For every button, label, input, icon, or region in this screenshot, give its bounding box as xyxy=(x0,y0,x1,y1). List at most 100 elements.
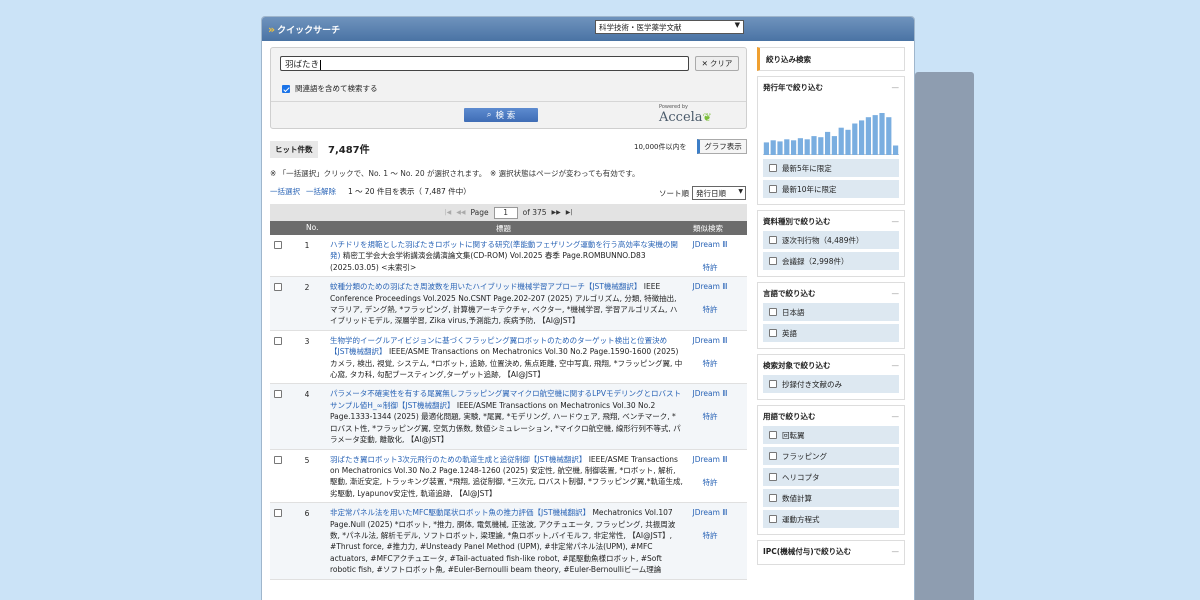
collapse-icon[interactable]: — xyxy=(892,412,900,421)
refine-section-title[interactable]: 言語で絞り込む — xyxy=(763,283,899,303)
refine-checkbox[interactable] xyxy=(769,494,777,502)
refine-checkbox[interactable] xyxy=(769,257,777,265)
select-all-link[interactable]: 一括選択 xyxy=(270,186,300,197)
deselect-all-link[interactable]: 一括解除 xyxy=(306,186,336,197)
jdream-link[interactable]: JDream Ⅲ xyxy=(688,240,732,249)
refine-option[interactable]: 回転翼 xyxy=(763,426,899,444)
year-bar[interactable] xyxy=(879,113,885,155)
row-checkbox[interactable] xyxy=(274,336,282,345)
article-title-link[interactable]: 非定常パネル法を用いたMFC駆動尾状ロボット魚の推力評価【JST機械翻訳】 xyxy=(330,508,590,517)
year-bar[interactable] xyxy=(777,141,783,155)
year-bar[interactable] xyxy=(825,131,831,155)
refine-option[interactable]: フラッピング xyxy=(763,447,899,465)
year-bar[interactable] xyxy=(845,129,851,155)
year-bar[interactable] xyxy=(893,145,899,156)
year-bar[interactable] xyxy=(791,140,797,155)
year-bar[interactable] xyxy=(831,136,837,155)
year-bar[interactable] xyxy=(770,140,776,155)
refine-option-label: ヘリコプタ xyxy=(782,472,820,482)
refine-checkbox[interactable] xyxy=(769,185,777,193)
refine-checkbox[interactable] xyxy=(769,473,777,481)
refine-option[interactable]: 最新5年に限定 xyxy=(763,159,899,177)
refine-option[interactable]: 日本語 xyxy=(763,303,899,321)
collapse-icon[interactable]: — xyxy=(892,361,900,370)
year-bar[interactable] xyxy=(886,117,892,155)
refine-section-title[interactable]: IPC(機械付与)で絞り込む — xyxy=(763,541,899,561)
refine-checkbox[interactable] xyxy=(769,236,777,244)
chevron-down-icon: ▼ xyxy=(738,188,743,195)
year-bar[interactable] xyxy=(763,142,769,155)
refine-option[interactable]: 逐次刊行物（4,489件） xyxy=(763,231,899,249)
patent-link[interactable]: 特許 xyxy=(688,530,732,541)
refine-section-title[interactable]: 資料種別で絞り込む — xyxy=(763,211,899,231)
jdream-link[interactable]: JDream Ⅲ xyxy=(688,336,732,345)
first-page-icon[interactable]: |◀ xyxy=(445,209,452,216)
jdream-link[interactable]: JDream Ⅲ xyxy=(688,455,732,464)
page-number-input[interactable]: 1 xyxy=(493,206,518,219)
year-bar[interactable] xyxy=(811,136,817,155)
jdream-link[interactable]: JDream Ⅲ xyxy=(688,508,732,517)
related-terms-checkbox[interactable] xyxy=(282,84,290,93)
year-bar[interactable] xyxy=(818,137,824,155)
year-bar[interactable] xyxy=(872,115,878,155)
search-button[interactable]: ⌕ 検 索 xyxy=(464,108,538,122)
next-page-icon[interactable]: ▶▶ xyxy=(552,209,561,216)
year-bar[interactable] xyxy=(804,139,810,155)
prev-page-icon[interactable]: ◀◀ xyxy=(456,209,465,216)
refine-option[interactable]: ヘリコプタ xyxy=(763,468,899,486)
quick-search-window: » クイックサーチ 科学技術・医学薬学文献 ▼ 羽ばたき ✕ クリア 関連語を含… xyxy=(261,16,915,600)
jdream-link[interactable]: JDream Ⅲ xyxy=(688,282,732,291)
refine-section-title[interactable]: 検索対象で絞り込む — xyxy=(763,355,899,375)
year-bar[interactable] xyxy=(797,138,803,155)
results-table-header: No. 標題 類似検索 xyxy=(270,221,747,235)
refine-option[interactable]: 英語 xyxy=(763,324,899,342)
collapse-icon[interactable]: — xyxy=(892,289,900,298)
patent-link[interactable]: 特許 xyxy=(688,262,732,273)
year-bar[interactable] xyxy=(852,123,858,156)
year-bar[interactable] xyxy=(838,127,844,155)
year-bar[interactable] xyxy=(859,120,865,155)
collapse-icon[interactable]: — xyxy=(892,547,900,556)
clear-button[interactable]: ✕ クリア xyxy=(695,56,739,71)
refine-option[interactable]: 最新10年に限定 xyxy=(763,180,899,198)
graph-display-button[interactable]: グラフ表示 xyxy=(697,139,747,154)
collapse-icon[interactable]: — xyxy=(892,83,900,92)
row-number: 3 xyxy=(304,336,310,346)
year-bar[interactable] xyxy=(784,139,790,155)
refine-option-label: 最新5年に限定 xyxy=(782,163,832,173)
year-bar[interactable] xyxy=(865,117,871,155)
row-checkbox[interactable] xyxy=(274,509,282,518)
similar-search-links: JDream Ⅲ 特許 xyxy=(688,282,732,315)
patent-link[interactable]: 特許 xyxy=(688,411,732,422)
refine-option[interactable]: 抄録付き文献のみ xyxy=(763,375,899,393)
refine-option[interactable]: 会議録（2,998件） xyxy=(763,252,899,270)
row-checkbox[interactable] xyxy=(274,390,282,399)
patent-link[interactable]: 特許 xyxy=(688,477,732,488)
patent-link[interactable]: 特許 xyxy=(688,358,732,369)
last-page-icon[interactable]: ▶| xyxy=(566,209,573,216)
refine-section-title[interactable]: 発行年で絞り込む — xyxy=(763,77,899,97)
database-select[interactable]: 科学技術・医学薬学文献 ▼ xyxy=(595,20,744,34)
patent-link[interactable]: 特許 xyxy=(688,304,732,315)
article-title-link[interactable]: 蚊種分類のための羽ばたき周波数を用いたハイブリッド機械学習アプローチ【JST機械… xyxy=(330,282,641,291)
refine-option[interactable]: 運動方程式 xyxy=(763,510,899,528)
refine-option[interactable]: 数値計算 xyxy=(763,489,899,507)
refine-checkbox[interactable] xyxy=(769,515,777,523)
search-input[interactable]: 羽ばたき xyxy=(280,56,689,71)
refine-checkbox[interactable] xyxy=(769,308,777,316)
related-terms-option[interactable]: 関連語を含めて検索する xyxy=(282,83,378,94)
refine-section-title[interactable]: 用語で絞り込む — xyxy=(763,406,899,426)
refine-checkbox[interactable] xyxy=(769,380,777,388)
refine-checkbox[interactable] xyxy=(769,329,777,337)
refine-checkbox[interactable] xyxy=(769,164,777,172)
divider xyxy=(271,101,746,102)
row-checkbox[interactable] xyxy=(274,455,282,464)
collapse-icon[interactable]: — xyxy=(892,217,900,226)
row-checkbox[interactable] xyxy=(274,283,282,292)
jdream-link[interactable]: JDream Ⅲ xyxy=(688,389,732,398)
row-checkbox[interactable] xyxy=(274,241,282,249)
article-title-link[interactable]: 羽ばたき翼ロボット3次元飛行のための軌道生成と追従制御【JST機械翻訳】 xyxy=(330,455,586,464)
refine-checkbox[interactable] xyxy=(769,452,777,460)
refine-checkbox[interactable] xyxy=(769,431,777,439)
sort-select[interactable]: 発行日順 ▼ xyxy=(692,186,746,200)
